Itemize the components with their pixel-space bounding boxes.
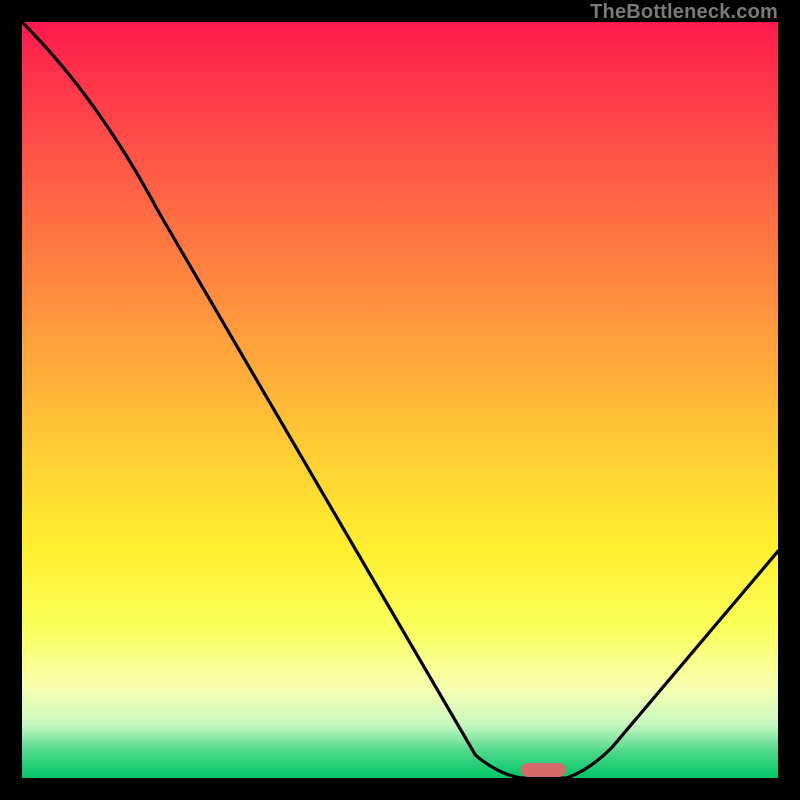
bottleneck-curve — [22, 22, 778, 778]
chart-frame: TheBottleneck.com — [0, 0, 800, 800]
chart-plot-area — [22, 22, 778, 778]
curve-path — [22, 22, 778, 778]
optimal-marker — [521, 763, 566, 777]
watermark-text: TheBottleneck.com — [590, 1, 778, 24]
